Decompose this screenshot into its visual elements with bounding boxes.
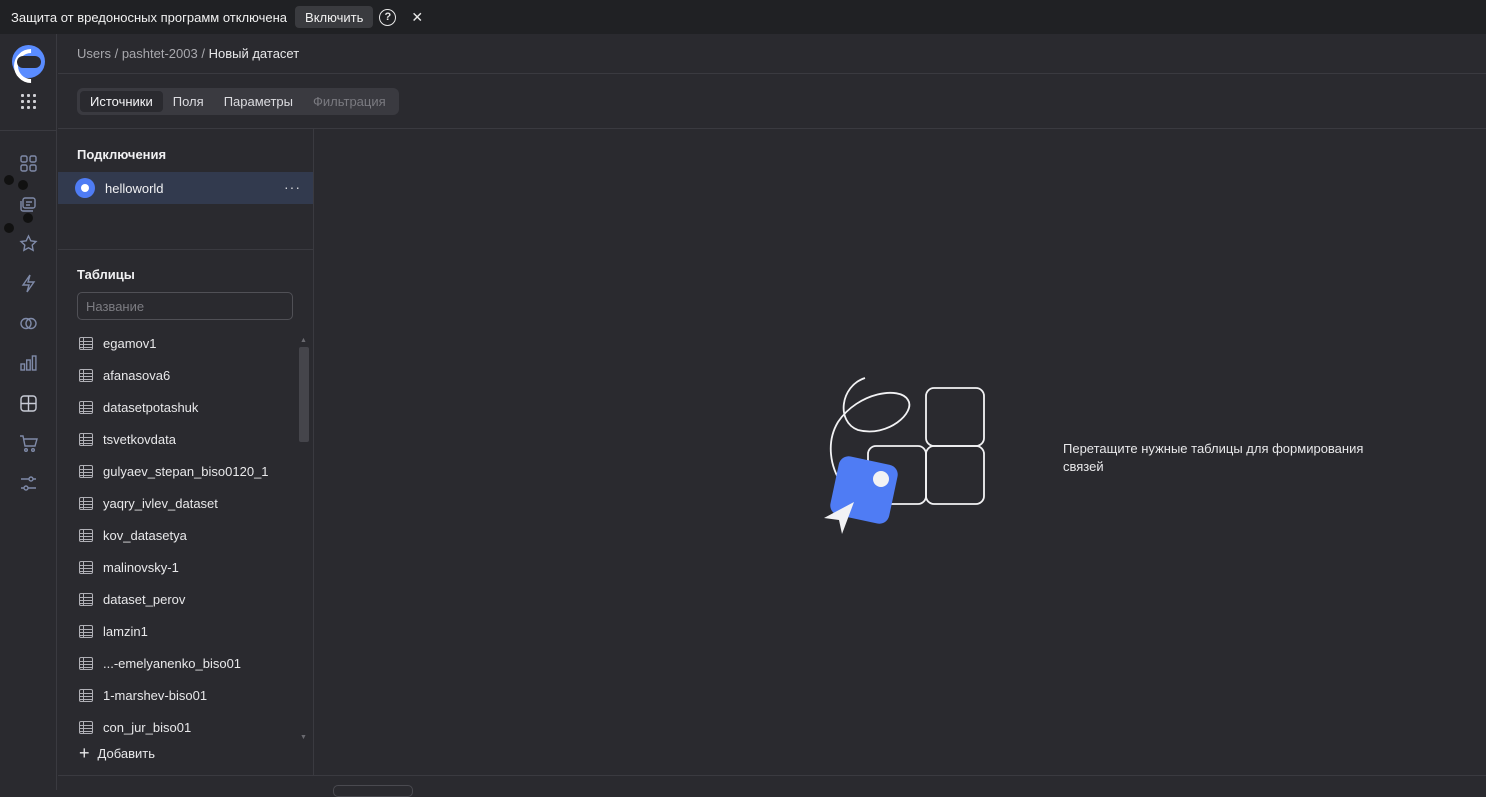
table-name: afanasova6 bbox=[103, 367, 171, 383]
empty-state-hint: Перетащите нужные таблицы для формирован… bbox=[1063, 441, 1364, 474]
connections-heading: Подключения bbox=[77, 147, 167, 162]
table-row[interactable]: egamov1 bbox=[58, 327, 298, 359]
table-icon bbox=[79, 400, 93, 414]
table-name: con_jur_biso01 bbox=[103, 719, 192, 735]
breadcrumb-current: Новый датасет bbox=[208, 46, 300, 61]
datasets-icon[interactable] bbox=[18, 313, 39, 334]
scroll-up-icon[interactable]: ▲ bbox=[300, 337, 307, 344]
scrollbar-thumb[interactable] bbox=[299, 347, 309, 442]
enable-protection-button[interactable]: Включить bbox=[295, 6, 374, 28]
table-name: kov_datasetya bbox=[103, 527, 187, 543]
breadcrumb-item-folder[interactable]: pashtet-2003 bbox=[122, 46, 198, 61]
table-row[interactable]: dataset_perov bbox=[58, 583, 298, 615]
favorites-icon[interactable] bbox=[18, 233, 39, 254]
footer-divider bbox=[58, 775, 1486, 776]
table-row[interactable]: datasetpotashuk bbox=[58, 391, 298, 423]
tables-list: egamov1 afanasova6 datasetpotashuk tsvet… bbox=[58, 327, 298, 737]
table-icon bbox=[79, 624, 93, 638]
apps-grid-icon[interactable] bbox=[21, 94, 36, 109]
table-row[interactable]: lamzin1 bbox=[58, 615, 298, 647]
connection-label: helloworld bbox=[105, 180, 164, 196]
collections-icon[interactable] bbox=[18, 153, 39, 174]
tab-sources[interactable]: Источники bbox=[80, 91, 163, 112]
table-name: lamzin1 bbox=[103, 623, 148, 639]
table-icon bbox=[79, 528, 93, 542]
loading-dot bbox=[4, 223, 14, 233]
table-row[interactable]: kov_datasetya bbox=[58, 519, 298, 551]
logo-icon[interactable] bbox=[12, 45, 45, 78]
more-icon[interactable]: ··· bbox=[284, 179, 301, 195]
table-row[interactable]: ...-emelyanenko_biso01 bbox=[58, 647, 298, 679]
rail-divider bbox=[0, 130, 57, 131]
settings-icon[interactable] bbox=[18, 473, 39, 494]
footer-button[interactable] bbox=[333, 785, 413, 797]
empty-state-illustration bbox=[818, 372, 993, 537]
table-name: gulyaev_stepan_biso0120_1 bbox=[103, 463, 269, 479]
nav-rail bbox=[0, 34, 57, 790]
tables-heading: Таблицы bbox=[77, 267, 135, 282]
close-icon[interactable]: ✕ bbox=[411, 9, 423, 26]
table-name: datasetpotashuk bbox=[103, 399, 199, 415]
table-icon bbox=[79, 720, 93, 734]
header-divider bbox=[58, 73, 1486, 74]
table-name: malinovsky-1 bbox=[103, 559, 179, 575]
table-name: egamov1 bbox=[103, 335, 157, 351]
table-search-input[interactable] bbox=[77, 292, 293, 320]
panel-divider bbox=[58, 249, 313, 250]
dataset-tabs: Источники Поля Параметры Фильтрация bbox=[77, 88, 399, 115]
tab-parameters[interactable]: Параметры bbox=[214, 91, 303, 112]
warning-text: Защита от вредоносных программ отключена bbox=[11, 9, 288, 25]
table-icon bbox=[79, 688, 93, 702]
table-row[interactable]: tsvetkovdata bbox=[58, 423, 298, 455]
loading-dot bbox=[18, 180, 28, 190]
breadcrumb-item-users[interactable]: Users bbox=[77, 46, 111, 61]
help-icon[interactable]: ? bbox=[379, 8, 397, 26]
loading-dot bbox=[4, 175, 14, 185]
table-name: tsvetkovdata bbox=[103, 431, 176, 447]
table-name: 1-marshev-biso01 bbox=[103, 687, 208, 703]
connections-icon[interactable] bbox=[18, 273, 39, 294]
table-icon bbox=[79, 560, 93, 574]
table-row[interactable]: malinovsky-1 bbox=[58, 551, 298, 583]
plus-icon: + bbox=[79, 743, 90, 763]
table-row[interactable]: con_jur_biso01 bbox=[58, 711, 298, 737]
add-table-label: Добавить bbox=[97, 746, 155, 761]
add-table-button[interactable]: + Добавить bbox=[79, 743, 155, 763]
tables-scrollbar[interactable]: ▲ ▼ bbox=[299, 337, 309, 741]
scroll-down-icon[interactable]: ▼ bbox=[300, 734, 307, 741]
charts-icon[interactable] bbox=[18, 353, 39, 374]
table-name: ...-emelyanenko_biso01 bbox=[103, 655, 242, 671]
breadcrumb-separator: / bbox=[201, 46, 205, 61]
marketplace-icon[interactable] bbox=[18, 433, 39, 454]
tab-fields[interactable]: Поля bbox=[163, 91, 214, 112]
breadcrumb-separator: / bbox=[114, 46, 119, 61]
malware-warning-bar: Защита от вредоносных программ отключена… bbox=[0, 0, 1486, 34]
connection-icon bbox=[75, 178, 95, 198]
table-icon bbox=[79, 336, 93, 350]
tab-filtering: Фильтрация bbox=[313, 94, 386, 109]
dashboards-icon[interactable] bbox=[18, 393, 39, 414]
loading-dot bbox=[23, 213, 33, 223]
table-row[interactable]: afanasova6 bbox=[58, 359, 298, 391]
table-name: yaqry_ivlev_dataset bbox=[103, 495, 218, 511]
table-icon bbox=[79, 432, 93, 446]
workbooks-icon[interactable] bbox=[18, 193, 39, 214]
table-row[interactable]: gulyaev_stepan_biso0120_1 bbox=[58, 455, 298, 487]
table-icon bbox=[79, 464, 93, 478]
table-icon bbox=[79, 592, 93, 606]
sources-panel: Подключения helloworld ··· Таблицы egamo… bbox=[58, 129, 314, 775]
table-row[interactable]: 1-marshev-biso01 bbox=[58, 679, 298, 711]
table-icon bbox=[79, 496, 93, 510]
table-icon bbox=[79, 368, 93, 382]
connection-item[interactable]: helloworld ··· bbox=[58, 172, 313, 204]
table-name: dataset_perov bbox=[103, 591, 186, 607]
breadcrumb: Users / pashtet-2003 / Новый датасет bbox=[77, 46, 299, 61]
table-row[interactable]: yaqry_ivlev_dataset bbox=[58, 487, 298, 519]
table-icon bbox=[79, 656, 93, 670]
